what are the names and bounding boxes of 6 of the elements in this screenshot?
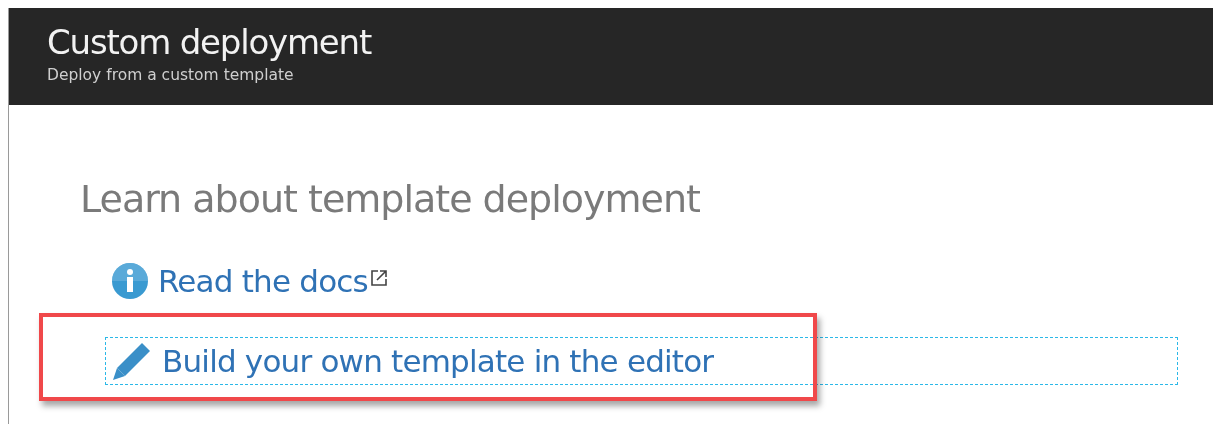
panel-subtitle: Deploy from a custom template bbox=[47, 65, 294, 86]
panel-title: Custom deployment bbox=[47, 22, 372, 62]
section-heading: Learn about template deployment bbox=[80, 176, 700, 222]
editor-link[interactable]: Build your own template in the editor bbox=[105, 337, 1178, 385]
docs-link[interactable]: Read the docs bbox=[105, 257, 393, 305]
info-icon bbox=[110, 261, 150, 301]
